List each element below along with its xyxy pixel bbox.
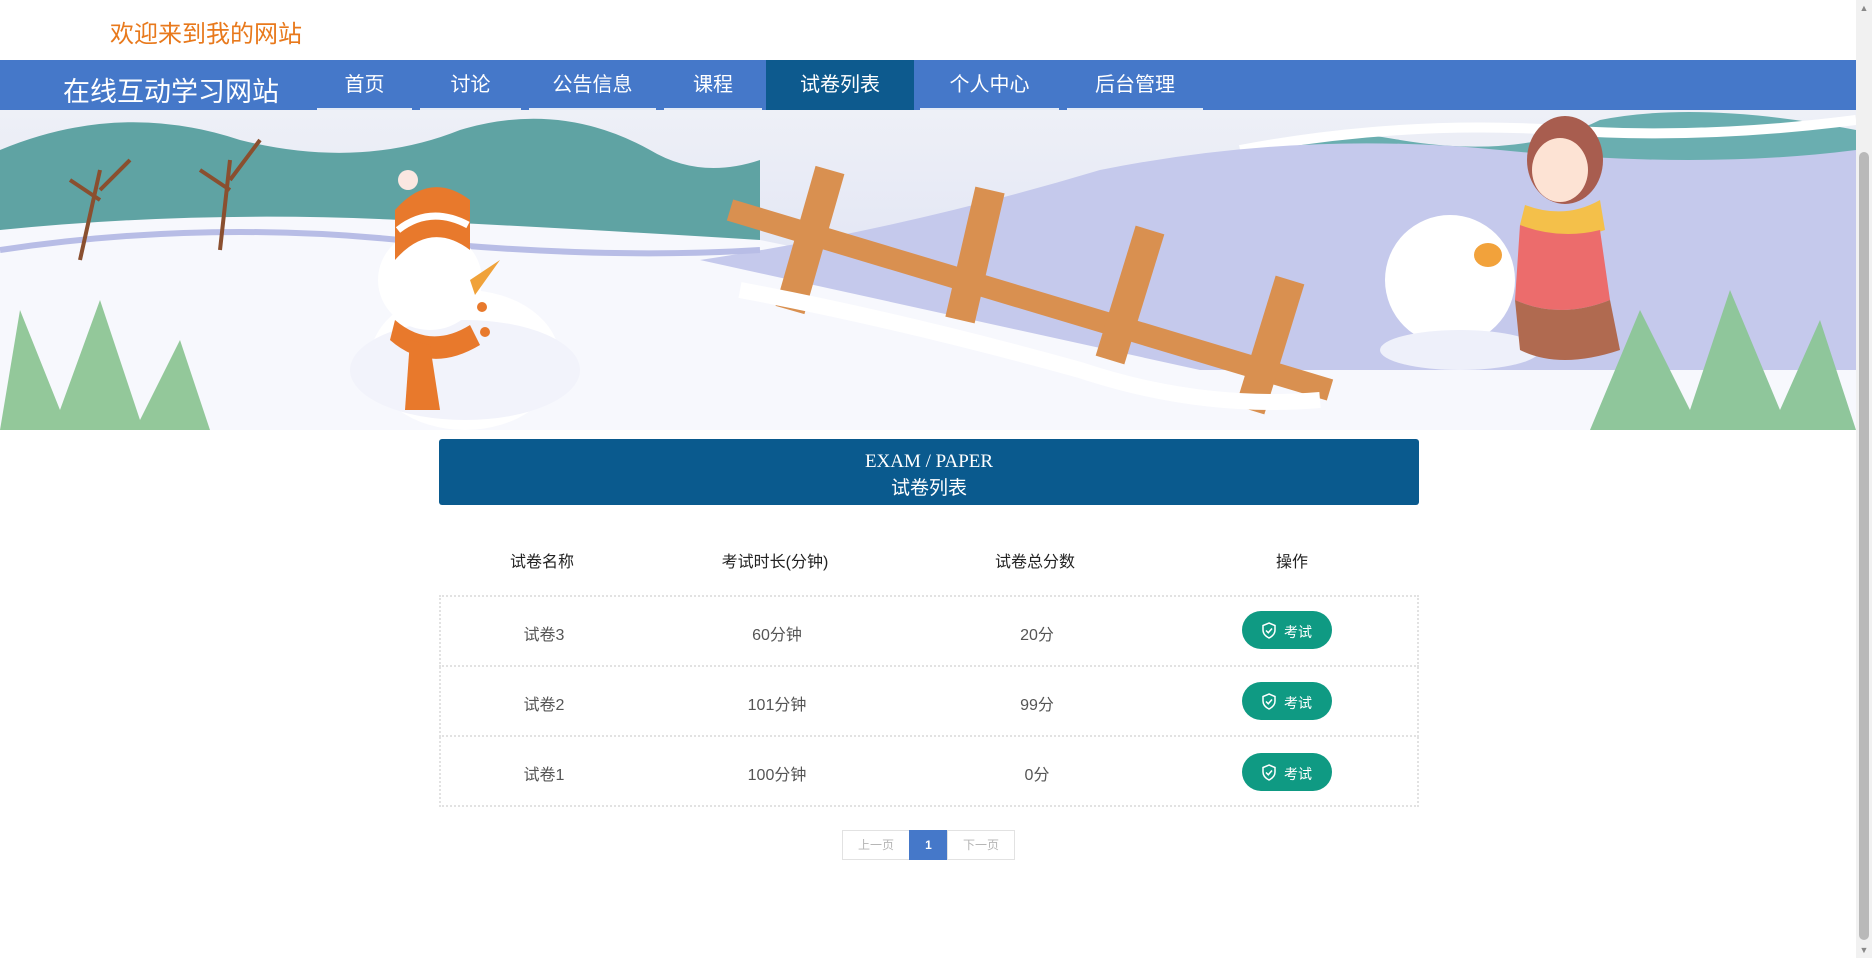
exam-duration: 100分钟: [747, 767, 807, 784]
nav-label: 首页: [344, 74, 385, 96]
exam-duration: 101分钟: [747, 697, 807, 714]
take-exam-button[interactable]: 考试: [1242, 682, 1332, 720]
nav-item-exam-list[interactable]: 试卷列表: [766, 60, 914, 110]
take-exam-label: 考试: [1284, 624, 1312, 640]
top-bar: 欢迎来到我的网站: [0, 0, 1856, 60]
scroll-up-arrow-icon[interactable]: ▲: [1859, 3, 1869, 13]
section-header: EXAM / PAPER 试卷列表: [439, 439, 1419, 505]
prev-page-button[interactable]: 上一页: [842, 830, 910, 860]
nav-item-announcements[interactable]: 公告信息: [527, 60, 658, 110]
section-title-zh: 试卷列表: [890, 478, 967, 499]
shield-check-icon: [1262, 693, 1276, 710]
take-exam-label: 考试: [1284, 695, 1312, 711]
nav-item-courses[interactable]: 课程: [662, 60, 764, 110]
scroll-thumb[interactable]: [1859, 152, 1869, 940]
nav-label: 试卷列表: [800, 74, 880, 96]
exam-name: 试卷1: [523, 767, 565, 784]
winter-illustration: [0, 110, 1856, 430]
exam-score: 20分: [1020, 627, 1054, 644]
vertical-scrollbar[interactable]: ▲ ▼: [1856, 0, 1872, 958]
shield-check-icon: [1262, 622, 1276, 639]
exam-score: 99分: [1020, 697, 1054, 714]
section-title-en: EXAM / PAPER: [864, 451, 994, 472]
site-brand[interactable]: 在线互动学习网站: [63, 70, 279, 109]
exam-duration: 60分钟: [752, 627, 802, 644]
take-exam-button[interactable]: 考试: [1242, 611, 1332, 649]
nav-item-discussion[interactable]: 讨论: [418, 60, 523, 110]
column-header-duration: 考试时长(分钟): [721, 554, 829, 571]
scroll-down-arrow-icon[interactable]: ▼: [1859, 945, 1869, 955]
take-exam-button[interactable]: 考试: [1242, 753, 1332, 791]
nav-label: 个人中心: [949, 74, 1030, 96]
nav-item-profile[interactable]: 个人中心: [918, 60, 1061, 110]
nav-label: 课程: [693, 74, 733, 96]
carousel-banner[interactable]: [0, 110, 1856, 430]
table-header: 试卷名称 考试时长(分钟) 试卷总分数 操作: [439, 523, 1419, 595]
main-navbar: 在线互动学习网站 首页 讨论 公告信息 课程 试卷列表 个人中心 后台管理: [0, 60, 1856, 110]
page-1-button[interactable]: 1: [909, 830, 948, 860]
next-page-button[interactable]: 下一页: [947, 830, 1015, 860]
nav-label: 后台管理: [1095, 74, 1175, 96]
exam-name: 试卷3: [523, 627, 565, 644]
column-header-action: 操作: [1275, 554, 1308, 571]
nav-item-admin[interactable]: 后台管理: [1065, 60, 1205, 110]
take-exam-label: 考试: [1284, 766, 1312, 782]
exam-score: 0分: [1024, 767, 1050, 784]
column-header-name: 试卷名称: [509, 554, 574, 571]
exam-name: 试卷2: [523, 697, 565, 714]
nav-item-home[interactable]: 首页: [315, 60, 414, 110]
welcome-text: 欢迎来到我的网站: [110, 21, 302, 48]
shield-check-icon: [1262, 764, 1276, 781]
nav-label: 讨论: [450, 74, 491, 96]
column-header-score: 试卷总分数: [994, 554, 1075, 571]
nav-label: 公告信息: [552, 74, 633, 96]
